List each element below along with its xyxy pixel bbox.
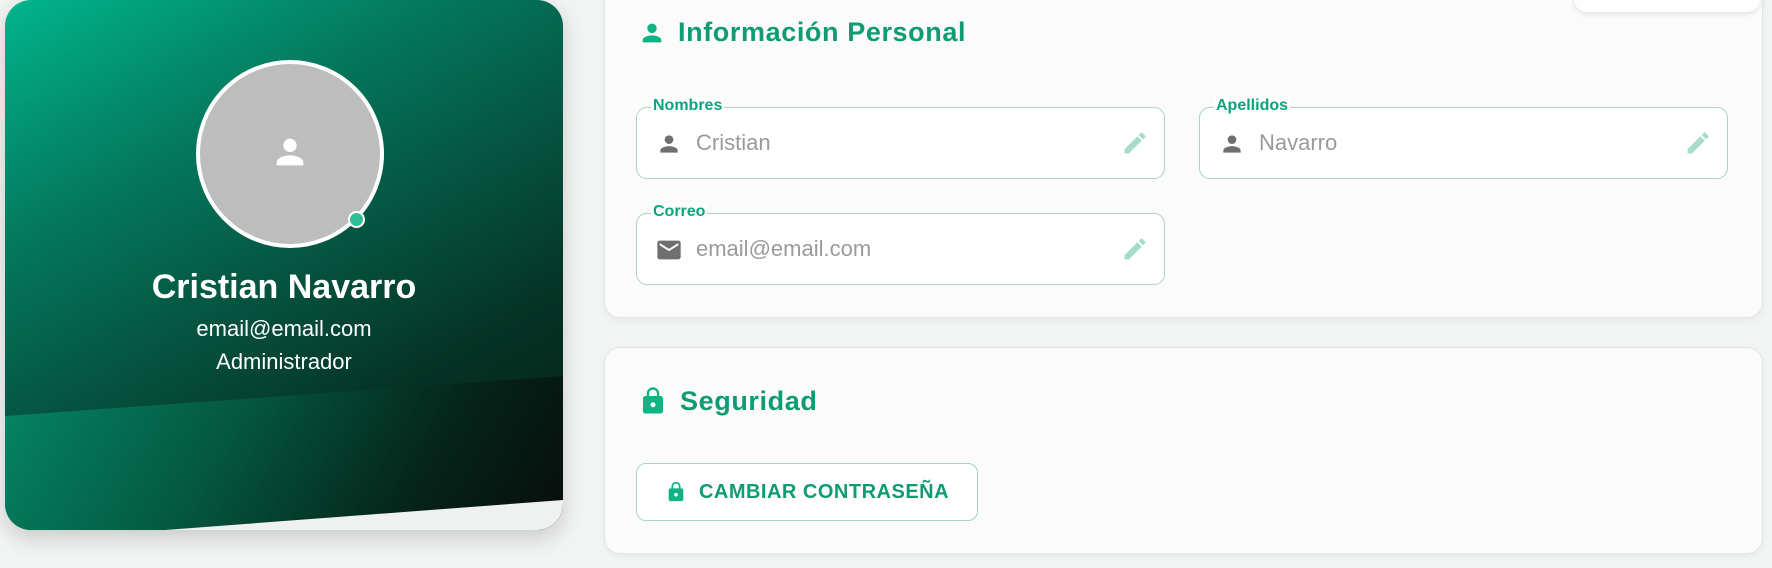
personal-info-title: Información Personal [638,17,966,48]
correo-field: Correo [636,203,1165,285]
correo-input[interactable] [696,230,1096,268]
nombres-field: Nombres [636,97,1165,179]
correo-label: Correo [651,203,708,221]
person-icon [270,132,310,177]
edit-pencil-icon[interactable] [1120,128,1150,158]
nombres-label: Nombres [651,97,725,115]
edit-pencil-icon[interactable] [1120,234,1150,264]
personal-info-title-text: Información Personal [678,17,967,47]
profile-name: Cristian Navarro [151,268,417,306]
apellidos-input[interactable] [1259,124,1659,162]
security-title-text: Seguridad [680,385,818,416]
apellidos-label: Apellidos [1214,97,1291,115]
apellidos-field: Apellidos [1199,97,1728,179]
person-icon [1218,130,1246,158]
nombres-input[interactable] [696,124,1096,162]
person-icon [638,19,666,47]
change-password-label: CAMBIAR CONTRASEÑA [698,480,950,503]
person-icon [655,130,683,158]
security-panel: Seguridad CAMBIAR CONTRASEÑA [604,347,1763,554]
edit-pencil-icon[interactable] [1683,128,1713,158]
top-right-card-fragment[interactable] [1574,0,1760,12]
profile-role: Administrador [216,349,352,374]
profile-card: Cristian Navarro email@email.com Adminis… [5,0,563,530]
profile-email: email@email.com [196,316,372,341]
mail-icon [655,236,683,264]
lock-icon [665,480,687,504]
personal-info-panel: Información Personal Nombres Apellidos C… [604,0,1763,318]
change-password-button[interactable]: CAMBIAR CONTRASEÑA [636,463,978,521]
security-title: Seguridad [638,385,817,417]
status-indicator [348,211,365,228]
lock-icon [638,385,668,417]
